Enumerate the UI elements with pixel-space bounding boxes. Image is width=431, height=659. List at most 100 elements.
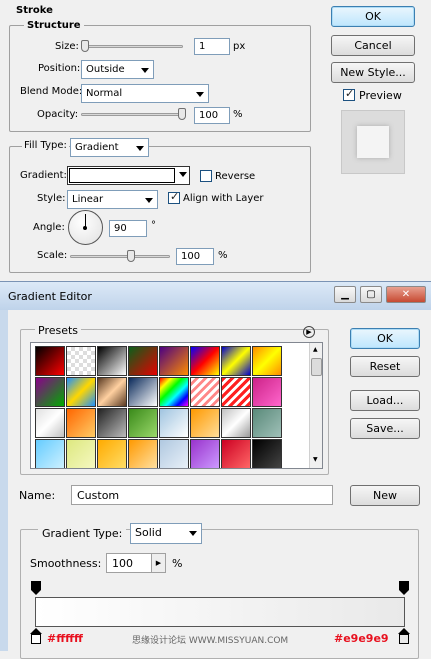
preset-swatch[interactable] [252,377,282,407]
left-stop-color-label: #ffffff [47,632,83,645]
preset-swatch[interactable] [221,408,251,438]
position-select[interactable]: Outside [81,60,154,79]
editor-body: Presets ▶ ▲ ▼ OK Reset Load... Save... N… [8,310,431,659]
preset-swatch[interactable] [66,408,96,438]
size-slider-thumb[interactable] [81,40,89,52]
presets-grid: ▲ ▼ [30,342,323,469]
preset-swatch[interactable] [35,377,65,407]
new-button[interactable]: New [350,485,420,506]
preset-swatch[interactable] [35,439,65,468]
align-with-layer-checkbox[interactable] [168,190,180,204]
preset-swatch[interactable] [97,377,127,407]
preset-swatch[interactable] [35,408,65,438]
preset-swatch[interactable] [159,439,189,468]
right-color-stop[interactable] [398,628,410,644]
opacity-field[interactable]: 100 [194,107,230,124]
smoothness-field[interactable]: 100 ▶ [106,553,166,573]
preset-swatch[interactable] [35,346,65,376]
preset-swatch[interactable] [221,346,251,376]
align-with-layer-label: Align with Layer [183,193,264,204]
smoothness-dropdown-icon[interactable]: ▶ [151,554,165,572]
preset-swatch[interactable] [190,439,220,468]
preset-swatch[interactable] [66,346,96,376]
angle-label: Angle: [33,222,65,233]
opacity-slider[interactable] [81,113,183,116]
opacity-slider-thumb[interactable] [178,108,186,120]
smoothness-percent: % [172,557,183,570]
smoothness-value: 100 [112,557,133,570]
preset-swatch[interactable] [97,346,127,376]
preset-swatch[interactable] [159,408,189,438]
scale-field[interactable]: 100 [176,248,214,265]
preset-swatch[interactable] [252,408,282,438]
save-button[interactable]: Save... [350,418,420,439]
preset-swatch[interactable] [128,439,158,468]
preview-checkbox[interactable] [343,87,355,101]
scale-percent: % [218,250,228,261]
chevron-down-icon [141,68,149,73]
scale-slider-thumb[interactable] [127,250,135,262]
angle-dial[interactable] [68,210,103,245]
gradient-picker[interactable] [67,166,190,185]
style-label: Style: [37,193,66,204]
size-slider[interactable] [81,45,183,48]
preset-swatch[interactable] [221,377,251,407]
scale-slider[interactable] [70,255,170,258]
preset-swatch[interactable] [190,408,220,438]
preset-swatch[interactable] [190,346,220,376]
reset-button[interactable]: Reset [350,356,420,377]
gradient-editor-window: Gradient Editor ▁ ▢ ✕ Presets ▶ ▲ ▼ OK R… [0,281,431,659]
style-value: Linear [72,194,104,205]
new-style-button[interactable]: New Style... [331,62,415,83]
presets-label: Presets [35,324,82,337]
reverse-checkbox[interactable] [200,170,212,182]
preset-swatch[interactable] [252,346,282,376]
gradient-type-select[interactable]: Solid [130,523,202,544]
right-opacity-stop[interactable] [399,581,409,595]
left-opacity-stop[interactable] [31,581,41,595]
preset-swatch[interactable] [221,439,251,468]
preset-swatch[interactable] [128,408,158,438]
load-button[interactable]: Load... [350,390,420,411]
preview-label: Preview [359,89,402,102]
scroll-up-icon[interactable]: ▲ [313,346,318,353]
maximize-icon[interactable]: ▢ [360,286,382,303]
angle-field[interactable]: 90 [109,220,147,237]
preset-swatch[interactable] [128,346,158,376]
chevron-down-icon [136,146,144,151]
cancel-button[interactable]: Cancel [331,35,415,56]
preset-swatch[interactable] [252,439,282,468]
chevron-down-icon[interactable] [179,172,187,177]
preset-swatch[interactable] [128,377,158,407]
left-color-stop[interactable] [30,628,42,644]
window-title: Gradient Editor [8,290,92,303]
reverse-label: Reverse [215,171,256,182]
gradient-type-value: Solid [135,526,162,539]
gradient-bar[interactable] [35,597,405,627]
minimize-icon[interactable]: ▁ [334,286,356,303]
size-field[interactable]: 1 [194,38,230,55]
preset-swatch[interactable] [190,377,220,407]
style-select[interactable]: Linear [67,190,158,209]
blend-mode-value: Normal [86,88,123,99]
scrollbar-thumb[interactable] [311,358,322,376]
preset-swatch[interactable] [159,346,189,376]
size-unit: px [233,41,246,52]
scroll-down-icon[interactable]: ▼ [313,456,318,463]
fill-type-select[interactable]: Gradient [70,138,149,157]
ok-button[interactable]: OK [331,6,415,27]
close-icon[interactable]: ✕ [386,286,426,303]
name-field[interactable]: Custom [71,485,333,505]
presets-menu-icon[interactable]: ▶ [303,326,315,338]
preset-swatch[interactable] [97,439,127,468]
presets-scrollbar[interactable]: ▲ ▼ [309,343,322,468]
preset-swatch[interactable] [66,439,96,468]
preset-swatch[interactable] [97,408,127,438]
editor-ok-button[interactable]: OK [350,328,420,349]
chevron-down-icon [145,198,153,203]
blend-mode-select[interactable]: Normal [81,84,209,103]
preset-swatch[interactable] [159,377,189,407]
preset-swatch[interactable] [66,377,96,407]
gradient-label: Gradient: [20,170,67,181]
gradient-preview[interactable] [69,168,175,183]
